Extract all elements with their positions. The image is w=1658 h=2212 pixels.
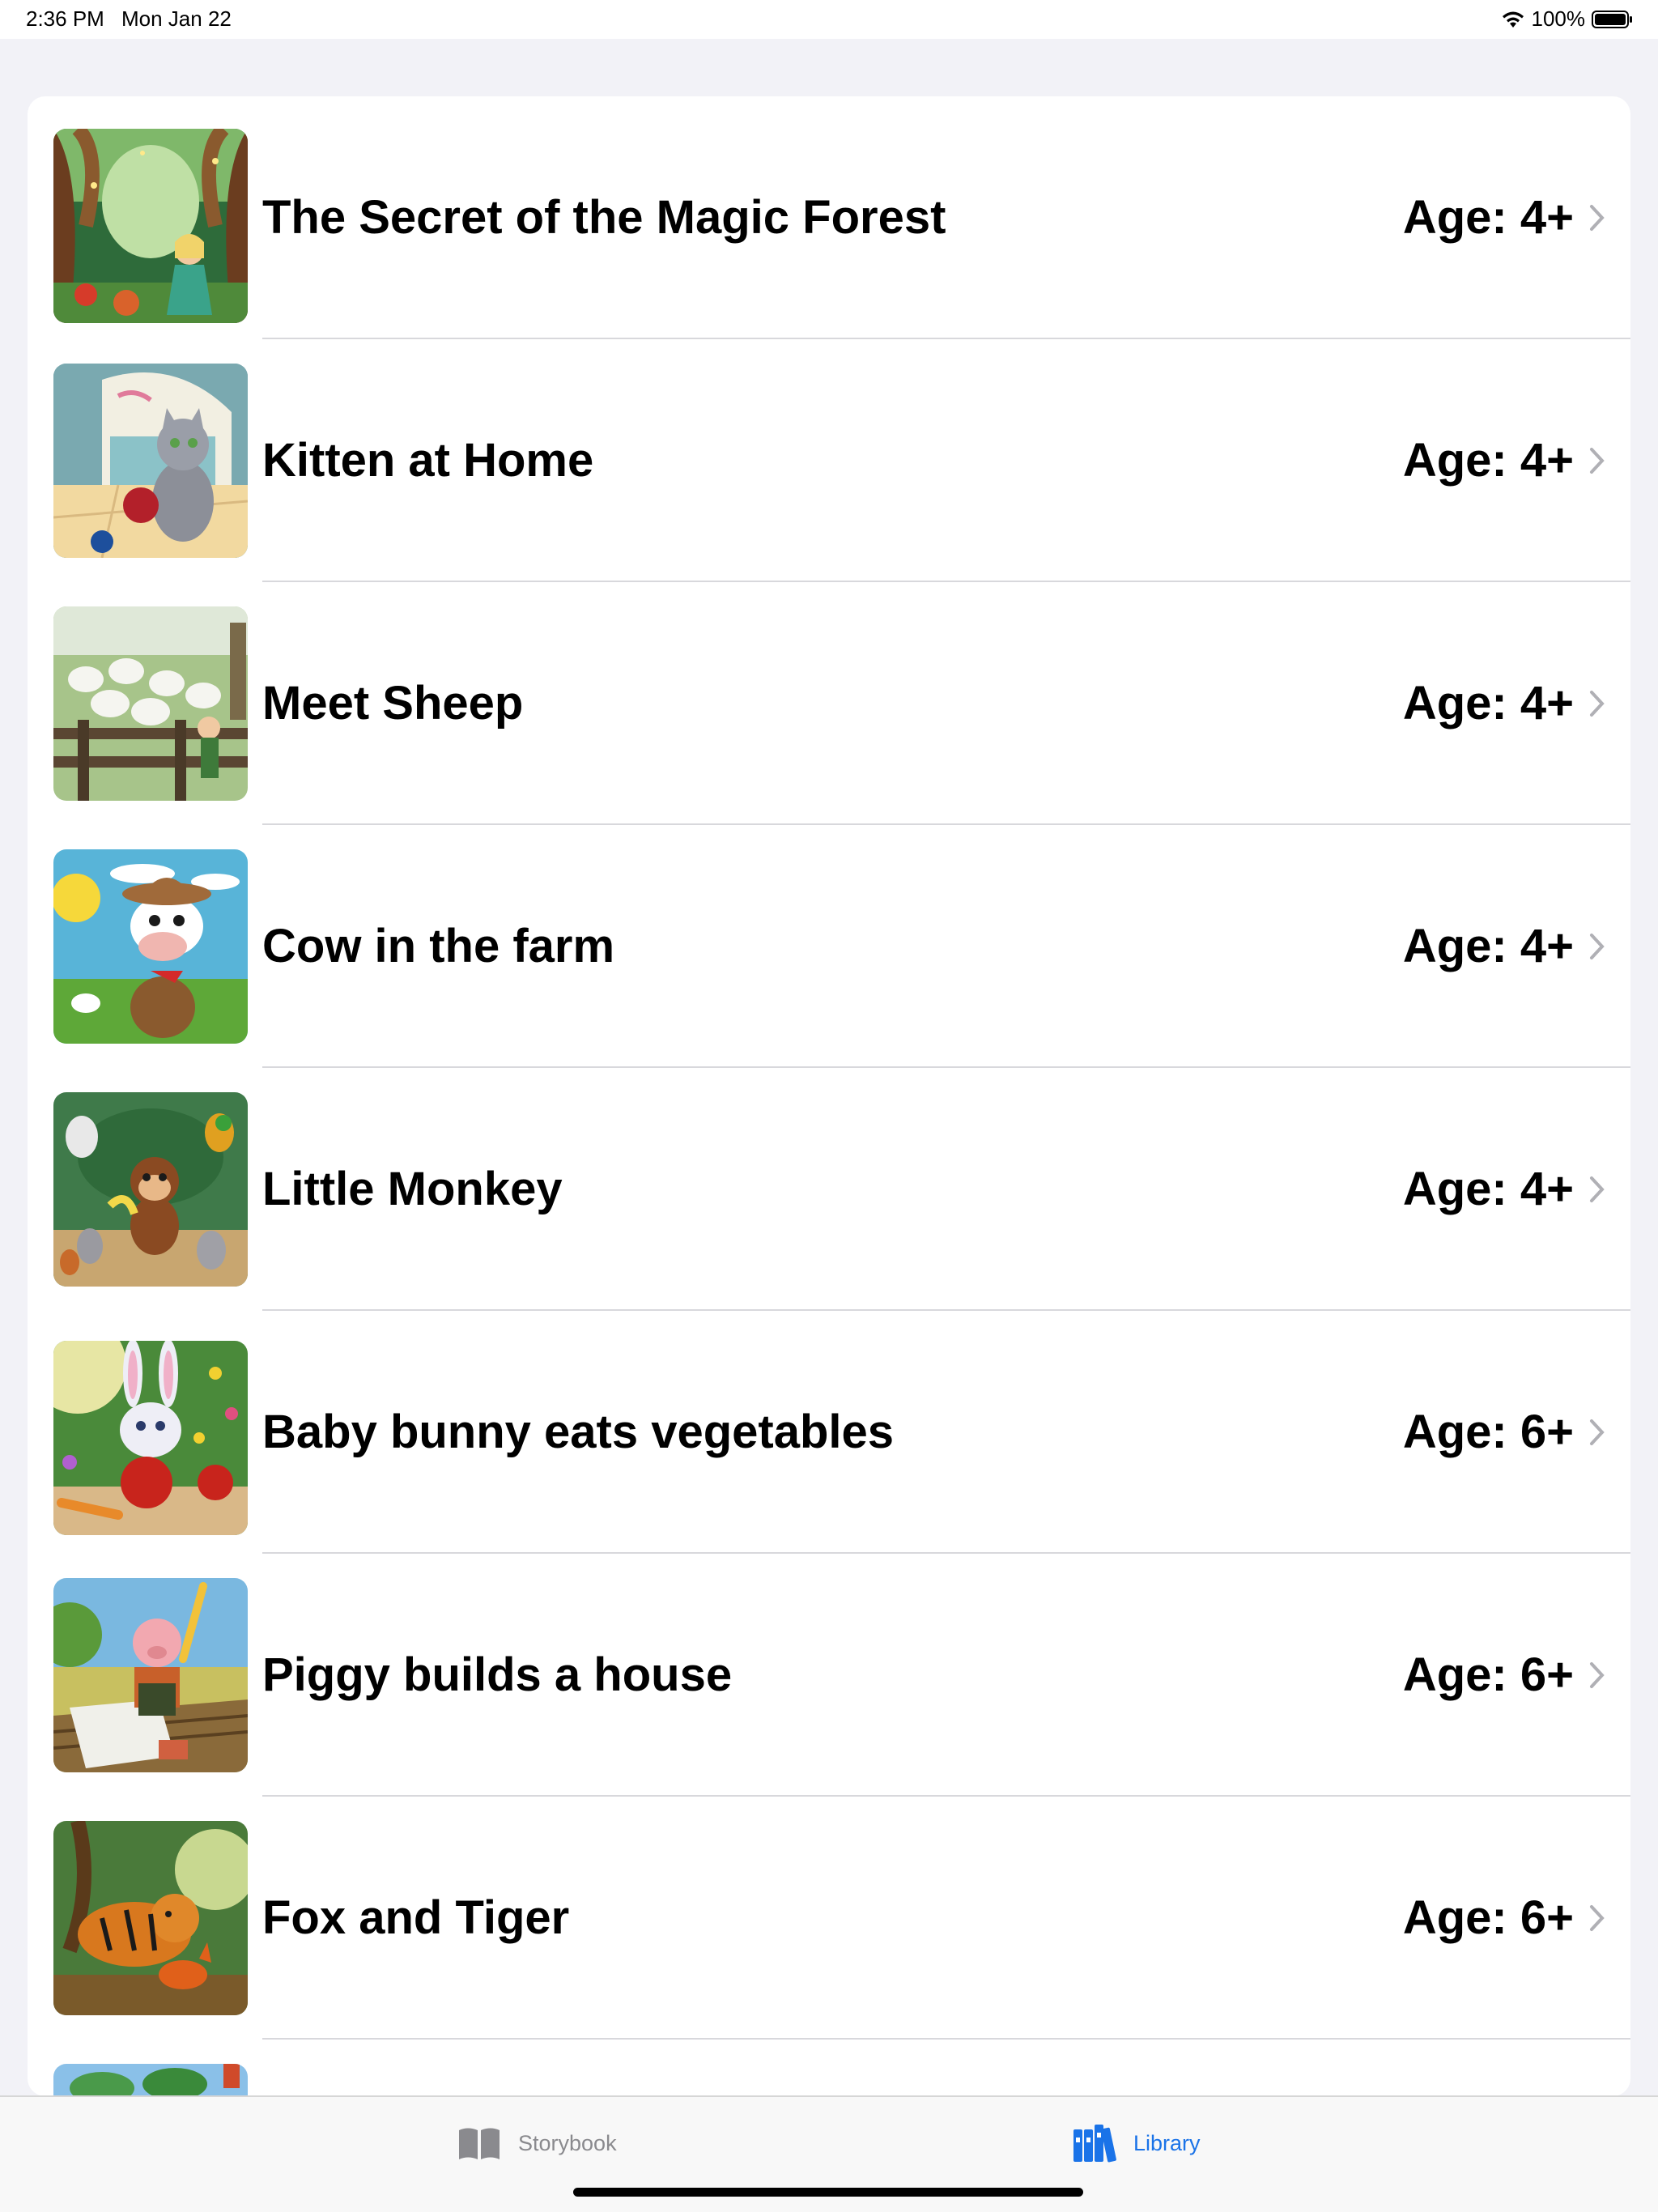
story-row-kitten[interactable]: Kitten at Home Age: 4+ — [28, 339, 1630, 582]
kitten-illustration — [53, 364, 248, 558]
story-row-bunny[interactable]: Baby bunny eats vegetables Age: 6+ — [28, 1311, 1630, 1554]
chevron-right-icon — [1590, 1176, 1605, 1202]
piggy-illustration — [53, 1578, 248, 1772]
story-row-monkey[interactable]: Little Monkey Age: 4+ — [28, 1068, 1630, 1311]
story-age: Age: 4+ — [1402, 191, 1574, 244]
story-age: Age: 4+ — [1402, 434, 1574, 487]
book-icon — [459, 2128, 500, 2159]
magic-forest-illustration — [53, 129, 248, 323]
books-icon — [1073, 2125, 1116, 2163]
cow-illustration — [53, 849, 248, 1044]
story-title: Cow in the farm — [262, 920, 615, 972]
tab-storybook[interactable]: Storybook — [457, 2121, 617, 2165]
monkey-illustration — [53, 1092, 248, 1287]
chevron-right-icon — [1590, 205, 1605, 231]
story-title: Little Monkey — [262, 1163, 563, 1215]
story-row-cow[interactable]: Cow in the farm Age: 4+ — [28, 825, 1630, 1068]
bunny-illustration — [53, 1341, 248, 1535]
fox-tiger-illustration — [53, 1821, 248, 2015]
tab-library[interactable]: Library — [1072, 2121, 1201, 2165]
story-row-fox-tiger[interactable]: Fox and Tiger Age: 6+ — [28, 1797, 1630, 2040]
story-row-partial[interactable] — [28, 2040, 1630, 2096]
status-indicators: 100% — [1501, 6, 1635, 32]
status-date: Mon Jan 22 — [121, 6, 232, 31]
story-age: Age: 4+ — [1402, 1163, 1574, 1215]
story-title: Baby bunny eats vegetables — [262, 1406, 895, 1458]
story-title: Piggy builds a house — [262, 1648, 733, 1701]
chevron-right-icon — [1590, 448, 1605, 474]
story-age: Age: 4+ — [1402, 677, 1574, 730]
story-row-sheep[interactable]: Meet Sheep Age: 4+ — [28, 582, 1630, 825]
story-age: Age: 4+ — [1402, 920, 1574, 972]
story-row-piggy[interactable]: Piggy builds a house Age: 6+ — [28, 1554, 1630, 1797]
story-title: Fox and Tiger — [262, 1891, 570, 1944]
story-thumbnail-partial — [53, 2064, 248, 2096]
chevron-right-icon — [1590, 1662, 1605, 1688]
status-bar: 2:36 PM Mon Jan 22 100% — [0, 0, 1658, 39]
story-age: Age: 6+ — [1402, 1648, 1574, 1701]
story-list: The Secret of the Magic Forest Age: 4+ K… — [28, 96, 1630, 2096]
battery-percent: 100% — [1531, 6, 1586, 31]
chevron-right-icon — [1590, 934, 1605, 959]
tab-library-label: Library — [1133, 2130, 1201, 2155]
story-age: Age: 6+ — [1402, 1891, 1574, 1944]
sheep-illustration — [53, 606, 248, 801]
story-title: The Secret of the Magic Forest — [262, 191, 946, 244]
story-row-magic-forest[interactable]: The Secret of the Magic Forest Age: 4+ — [28, 96, 1630, 339]
battery-icon — [1592, 10, 1634, 29]
home-indicator[interactable] — [573, 2188, 1083, 2197]
tab-storybook-label: Storybook — [518, 2130, 617, 2155]
chevron-right-icon — [1590, 1419, 1605, 1445]
wifi-icon — [1501, 10, 1525, 29]
chevron-right-icon — [1590, 1905, 1605, 1931]
story-age: Age: 6+ — [1402, 1406, 1574, 1458]
status-time: 2:36 PM — [26, 6, 104, 31]
story-title: Kitten at Home — [262, 434, 594, 487]
chevron-right-icon — [1590, 691, 1605, 717]
story-title: Meet Sheep — [262, 677, 524, 730]
